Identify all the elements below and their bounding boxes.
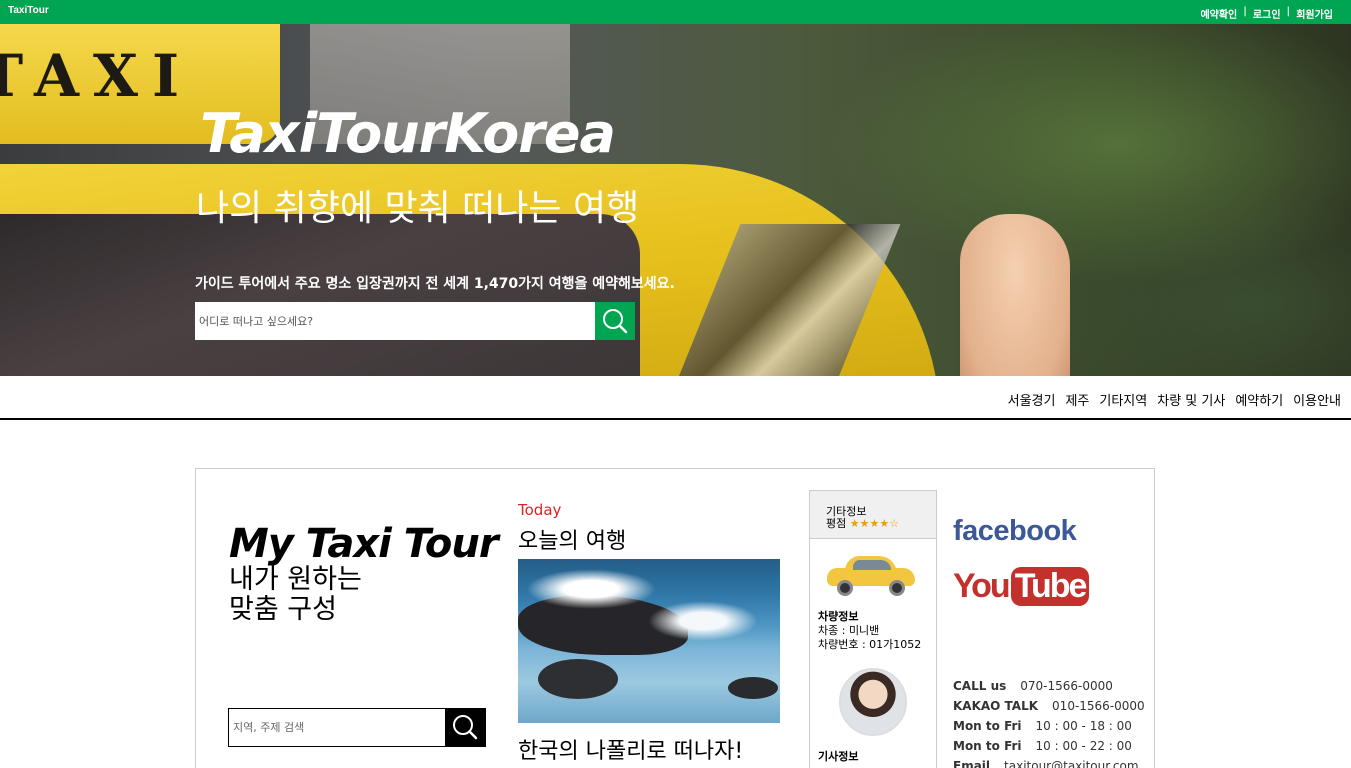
nav-item-reserve[interactable]: 예약하기 [1235, 390, 1283, 409]
contact-value[interactable]: 010-1566-0000 [1052, 696, 1145, 716]
hero-search-input[interactable] [195, 302, 595, 340]
vehicle-type: 차종 : 미니밴 [818, 624, 880, 637]
login-link[interactable]: 로그인 [1253, 6, 1281, 21]
rating-row: 평점 ★★★★☆ [826, 515, 899, 531]
my-tour-subtitle-line2: 맞춤 구성 [229, 594, 337, 625]
region-search-input[interactable] [228, 708, 446, 747]
nav-item-vehicles-drivers[interactable]: 차량 및 기사 [1157, 390, 1225, 409]
contact-row: Mon to Fri 10 : 00 - 18 : 00 [953, 716, 1145, 736]
contact-row: CALL us 070-1566-0000 [953, 676, 1145, 696]
contact-row: Mon to Fri 10 : 00 - 22 : 00 [953, 736, 1145, 756]
contact-row: Email taxitour@taxitour.com [953, 756, 1145, 768]
separator: | [1243, 6, 1247, 17]
rating-label: 평점 [826, 517, 847, 530]
nav-item-seoul-gyeonggi[interactable]: 서울경기 [1008, 390, 1056, 409]
driver-avatar [839, 668, 907, 736]
vehicle-number: 차량번호 : 01가1052 [818, 638, 922, 651]
hero-banner: TAXI TaxiTourKorea 나의 취향에 맞춰 떠나는 여행 가이드 … [0, 24, 1351, 376]
contact-value[interactable]: 070-1566-0000 [1020, 676, 1113, 696]
top-links: 예약확인 | 로그인 | 회원가입 [1200, 6, 1333, 21]
driver-info-title: 기사정보 [818, 750, 859, 763]
my-tour-subtitle: 내가 원하는 맞춤 구성 [229, 565, 362, 625]
reservation-check-link[interactable]: 예약확인 [1200, 6, 1237, 21]
contact-info: CALL us 070-1566-0000 KAKAO TALK 010-156… [953, 676, 1145, 768]
search-icon [453, 715, 478, 740]
rating-stars-icon: ★★★★☆ [849, 517, 900, 530]
top-bar: TaxiTour 예약확인 | 로그인 | 회원가입 [0, 0, 1351, 24]
my-tour-title: My Taxi Tour [229, 521, 499, 567]
vehicle-info: 차량정보 차종 : 미니밴 차량번호 : 01가1052 [818, 610, 921, 652]
today-title: 오늘의 여행 [518, 529, 627, 554]
youtube-logo-tube: Tube [1010, 567, 1090, 606]
youtube-link[interactable]: You Tube [953, 567, 1090, 606]
region-search-button[interactable] [445, 708, 486, 747]
hero-title: TaxiTourKorea [200, 102, 616, 165]
taxi-window-image [0, 214, 640, 376]
today-caption[interactable]: 한국의 나폴리로 떠나자! [518, 733, 743, 765]
content-card: My Taxi Tour 내가 원하는 맞춤 구성 Today 오늘의 여행 한… [195, 468, 1155, 768]
main-nav: 서울경기 제주 기타지역 차량 및 기사 예약하기 이용안내 [0, 376, 1351, 420]
contact-value: 10 : 00 - 22 : 00 [1035, 739, 1132, 753]
contact-label: KAKAO TALK [953, 699, 1039, 713]
brand-logo[interactable]: TaxiTour [8, 5, 49, 16]
taxi-sign-text: TAXI [0, 42, 194, 110]
info-header: 기타정보 평점 ★★★★☆ [810, 491, 936, 539]
hero-subtitle: 나의 취향에 맞춰 떠나는 여행 [196, 188, 640, 229]
facebook-link[interactable]: facebook [953, 515, 1077, 548]
separator: | [1286, 6, 1291, 17]
contact-label: Mon to Fri [953, 719, 1022, 733]
nav-item-guide[interactable]: 이용안내 [1293, 390, 1341, 409]
hero-description: 가이드 투어에서 주요 명소 입장권까지 전 세계 1,470가지 여행을 예약… [195, 276, 675, 292]
nav-item-jeju[interactable]: 제주 [1065, 390, 1089, 409]
contact-label: CALL us [953, 679, 1007, 693]
search-icon [603, 309, 628, 334]
waving-hand-image [960, 214, 1070, 376]
vehicle-info-title: 차량정보 [818, 610, 859, 623]
today-trip-image[interactable] [518, 559, 780, 723]
info-panel: 기타정보 평점 ★★★★☆ 차량정보 차종 : 미니밴 차량번호 : 01가10… [809, 490, 937, 768]
today-label: Today [518, 501, 562, 519]
hero-search-button[interactable] [595, 302, 635, 340]
nav-item-other-regions[interactable]: 기타지역 [1099, 390, 1147, 409]
youtube-logo-you: You [953, 567, 1011, 605]
contact-row: KAKAO TALK 010-1566-0000 [953, 696, 1145, 716]
contact-value[interactable]: taxitour@taxitour.com [1004, 756, 1139, 768]
my-tour-subtitle-line1: 내가 원하는 [229, 564, 362, 595]
contact-label: Email [953, 759, 991, 768]
contact-label: Mon to Fri [953, 739, 1022, 753]
car-icon [827, 554, 915, 596]
contact-value: 10 : 00 - 18 : 00 [1035, 719, 1132, 733]
signup-link[interactable]: 회원가입 [1296, 6, 1333, 21]
